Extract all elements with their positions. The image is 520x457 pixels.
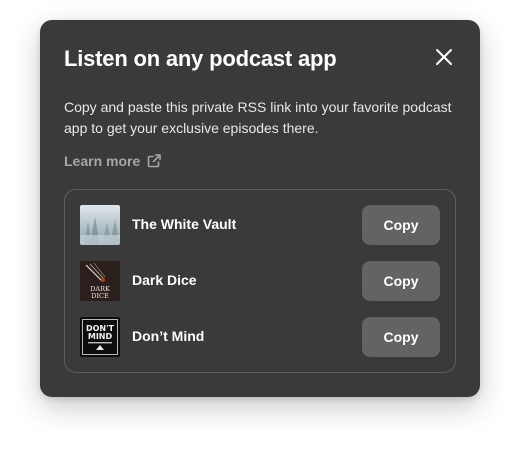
podcast-artwork bbox=[80, 205, 120, 245]
snowy-forest-artwork bbox=[80, 205, 120, 245]
podcast-row: DON'T MIND Don’t Mind Copy bbox=[80, 317, 440, 357]
podcast-row: DARK DICE Dark Dice Copy bbox=[80, 261, 440, 301]
external-link-icon bbox=[147, 154, 162, 168]
podcast-list: The White Vault Copy DARK DICE Dark Dice… bbox=[64, 189, 456, 373]
dont-mind-artwork: DON'T MIND bbox=[80, 317, 120, 357]
podcast-name: The White Vault bbox=[132, 216, 237, 232]
copy-button[interactable]: Copy bbox=[362, 317, 440, 357]
learn-more-link[interactable]: Learn more bbox=[64, 153, 162, 169]
podcast-artwork: DARK DICE bbox=[80, 261, 120, 301]
modal-description: Copy and paste this private RSS link int… bbox=[64, 99, 452, 136]
learn-more-label: Learn more bbox=[64, 153, 141, 169]
podcast-app-modal: Listen on any podcast app Copy and paste… bbox=[40, 20, 480, 397]
podcast-row: The White Vault Copy bbox=[80, 205, 440, 245]
svg-text:DICE: DICE bbox=[91, 292, 109, 300]
svg-text:MIND: MIND bbox=[88, 332, 113, 341]
copy-button[interactable]: Copy bbox=[362, 205, 440, 245]
modal-title: Listen on any podcast app bbox=[64, 46, 337, 71]
close-button[interactable] bbox=[432, 45, 456, 69]
close-icon bbox=[436, 49, 452, 65]
podcast-artwork: DON'T MIND bbox=[80, 317, 120, 357]
podcast-name: Dark Dice bbox=[132, 272, 197, 288]
podcast-name: Don’t Mind bbox=[132, 328, 205, 344]
dark-dice-artwork: DARK DICE bbox=[80, 261, 120, 301]
copy-button[interactable]: Copy bbox=[362, 261, 440, 301]
